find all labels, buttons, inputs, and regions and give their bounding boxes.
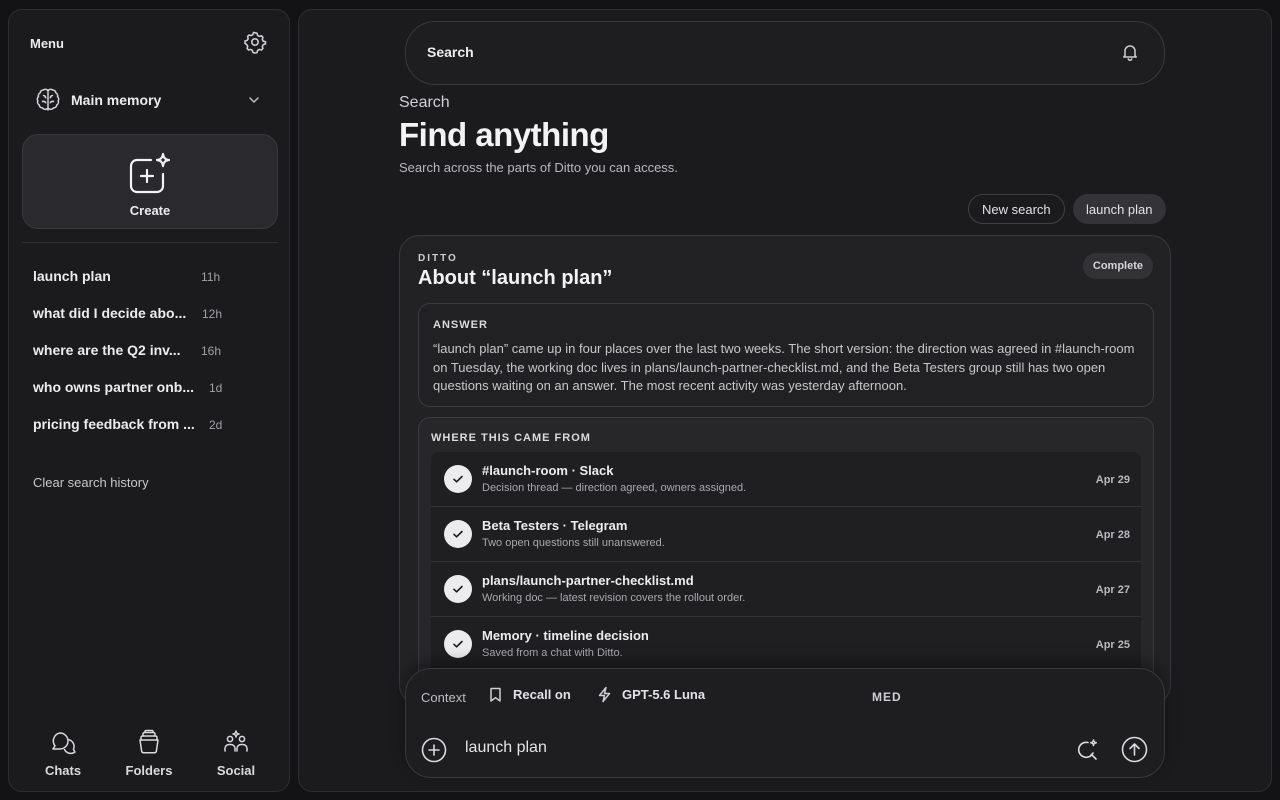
source-row[interactable]: Beta Testers · Telegram Two open questio… (431, 507, 1141, 562)
source-date: Apr 25 (1095, 639, 1130, 651)
sources-list: #launch-room · Slack Decision thread — d… (431, 452, 1141, 672)
answer-label: ANSWER (433, 319, 488, 331)
magic-search-icon[interactable] (1075, 738, 1099, 762)
active-query-chip[interactable]: launch plan (1073, 194, 1166, 224)
nav-chats-label: Chats (44, 763, 82, 778)
source-title: plans/launch-partner-checklist.md (482, 573, 694, 588)
answer-section: ANSWER “launch plan” came up in four pla… (418, 303, 1154, 407)
folders-icon (139, 729, 159, 754)
gear-icon[interactable] (243, 30, 267, 54)
bottom-nav: Chats Folders Social (9, 728, 291, 778)
source-row[interactable]: #launch-room · Slack Decision thread — d… (431, 452, 1141, 507)
page-eyebrow: Search (399, 94, 450, 111)
source-date: Apr 28 (1095, 529, 1130, 541)
effort-selector[interactable]: MED (872, 690, 902, 704)
sidebar: Menu Main memory Create launch plan 11h … (8, 9, 290, 792)
search-history: launch plan 11h what did I decide abo...… (33, 265, 233, 450)
history-item-age: 16h (201, 344, 222, 358)
sources-label: WHERE THIS CAME FROM (431, 432, 591, 444)
bell-icon[interactable] (1120, 42, 1140, 62)
recall-label: Recall on (513, 687, 571, 702)
source-title: #launch-room · Slack (482, 463, 614, 478)
bookmark-icon (490, 687, 501, 702)
source-date: Apr 27 (1095, 584, 1130, 596)
nav-chats[interactable]: Chats (33, 728, 93, 778)
history-item-age: 12h (202, 307, 223, 321)
history-item[interactable]: where are the Q2 inv... 16h (33, 339, 233, 376)
page-title: Find anything (399, 116, 609, 153)
source-subtitle: Two open questions still unanswered. (482, 537, 665, 549)
composer-input[interactable] (465, 739, 1045, 757)
main-panel: Search Search Find anything Search acros… (298, 9, 1272, 792)
add-attachment-icon[interactable] (421, 737, 447, 763)
source-subtitle: Saved from a chat with Ditto. (482, 647, 623, 659)
page-subtitle: Search across the parts of Ditto you can… (399, 160, 678, 175)
send-icon[interactable] (1121, 736, 1148, 763)
memory-selector[interactable]: Main memory (23, 82, 277, 118)
nav-social-label: Social (216, 763, 256, 778)
nav-folders-label: Folders (125, 763, 173, 778)
create-button[interactable]: Create (22, 134, 278, 229)
result-title: About “launch plan” (418, 267, 613, 289)
recall-toggle[interactable]: Recall on (487, 686, 571, 703)
source-title: Beta Testers · Telegram (482, 518, 628, 533)
source-date: Apr 29 (1095, 474, 1130, 486)
clear-history-link[interactable]: Clear search history (33, 475, 149, 490)
answer-text: “launch plan” came up in four places ove… (433, 341, 1135, 393)
source-subtitle: Working doc — latest revision covers the… (482, 592, 746, 604)
brain-icon (34, 86, 62, 114)
source-title: Memory · timeline decision (482, 628, 649, 643)
chevron-down-icon (247, 93, 261, 107)
check-icon (444, 520, 472, 548)
history-item-age: 11h (201, 270, 221, 284)
history-item-title: pricing feedback from ... (33, 416, 195, 432)
nav-social[interactable]: Social (206, 728, 266, 778)
create-sparkle-icon (126, 152, 176, 198)
new-search-button[interactable]: New search (968, 194, 1065, 224)
nav-folders[interactable]: Folders (119, 728, 179, 778)
status-badge: Complete (1082, 253, 1153, 279)
source-subtitle: Decision thread — direction agreed, owne… (482, 482, 747, 494)
result-card: DITTO About “launch plan” Complete ANSWE… (399, 235, 1171, 707)
sources-section: WHERE THIS CAME FROM #launch-room · Slac… (418, 417, 1154, 707)
history-item-title: what did I decide abo... (33, 305, 187, 321)
context-label: Context (421, 690, 466, 705)
check-icon (444, 630, 472, 658)
source-row[interactable]: Memory · timeline decision Saved from a … (431, 617, 1141, 672)
global-search-bar[interactable]: Search (405, 21, 1165, 85)
check-icon (444, 575, 472, 603)
history-item-age: 1d (209, 381, 223, 395)
memory-label: Main memory (71, 92, 162, 108)
history-item[interactable]: who owns partner onb... 1d (33, 376, 233, 413)
model-selector[interactable]: GPT-5.6 Luna (596, 686, 705, 703)
history-item[interactable]: what did I decide abo... 12h (33, 302, 233, 339)
model-label: GPT-5.6 Luna (622, 687, 706, 702)
history-item-title: where are the Q2 inv... (33, 342, 181, 358)
create-label: Create (129, 203, 171, 218)
sidebar-divider (22, 242, 278, 243)
history-item-title: who owns partner onb... (33, 379, 194, 395)
history-item[interactable]: launch plan 11h (33, 265, 233, 302)
search-label: Search (427, 44, 474, 60)
composer: Context Recall on GPT-5.6 Luna MED (405, 668, 1165, 778)
history-item[interactable]: pricing feedback from ... 2d (33, 413, 233, 450)
source-row[interactable]: plans/launch-partner-checklist.md Workin… (431, 562, 1141, 617)
check-icon (444, 465, 472, 493)
menu-title: Menu (30, 36, 64, 51)
chats-icon (52, 732, 76, 755)
result-kicker: DITTO (418, 253, 458, 264)
lightning-icon (598, 686, 611, 703)
history-item-age: 2d (209, 418, 223, 432)
history-item-title: launch plan (33, 268, 111, 284)
social-icon (224, 730, 248, 752)
